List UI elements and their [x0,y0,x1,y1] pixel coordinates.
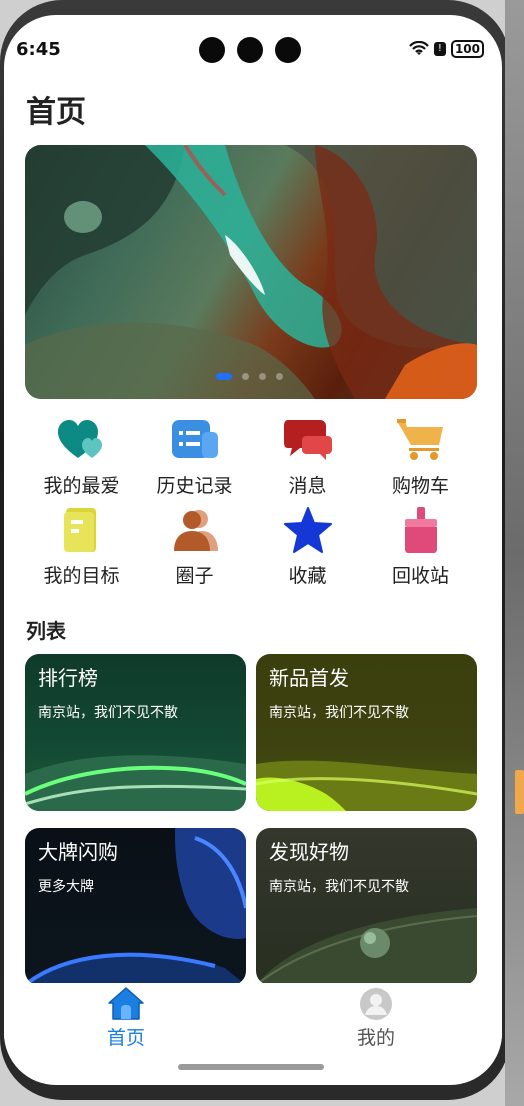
card-flash-sale[interactable]: 大牌闪购 更多大牌 [25,828,246,985]
camera-icon [275,37,301,63]
screen: 6:45 ! 100 首页 我的最爱 历史记录 消息 购物车 我的目标 圈子 收… [4,15,502,1085]
card-subtitle: 南京站，我们不见不散 [269,879,409,895]
menu-item-goals[interactable]: 我的目标 [25,503,138,593]
card-title: 排行榜 [38,666,98,690]
background-window-edge [505,0,524,1106]
battery-indicator: 100 [450,40,484,58]
people-icon [170,505,220,555]
avatar-icon [360,988,392,1020]
message-bubbles-icon [283,415,333,465]
shopping-cart-icon [396,415,446,465]
carousel-dot[interactable] [242,373,249,380]
star-icon [283,505,333,555]
wifi-icon [409,41,429,55]
edge-highlight [515,770,524,814]
menu-item-label: 我的最爱 [43,475,120,497]
card-rankings[interactable]: 排行榜 南京站，我们不见不散 [25,654,246,811]
home-indicator[interactable] [178,1064,324,1070]
carousel-dot[interactable] [259,373,266,380]
carousel-dot[interactable] [276,373,283,380]
menu-item-recycle-bin[interactable]: 回收站 [364,503,477,593]
menu-item-circle[interactable]: 圈子 [138,503,251,593]
page-title: 首页 [26,95,86,130]
device-frame: 6:45 ! 100 首页 我的最爱 历史记录 消息 购物车 我的目标 圈子 收… [0,0,510,1100]
carousel-dot-active[interactable] [216,373,232,380]
card-discover[interactable]: 发现好物 南京站，我们不见不散 [256,828,477,985]
card-subtitle: 南京站，我们不见不散 [38,705,178,721]
menu-item-label: 消息 [288,475,327,497]
history-list-icon [170,415,220,465]
menu-item-cart[interactable]: 购物车 [364,413,477,503]
menu-item-history[interactable]: 历史记录 [138,413,251,503]
menu-item-label: 我的目标 [43,565,120,587]
card-subtitle: 更多大牌 [38,879,94,895]
menu-item-label: 收藏 [288,565,327,587]
card-title: 大牌闪购 [38,840,118,864]
camera-cutouts [199,37,301,63]
card-title: 新品首发 [269,666,349,690]
tab-mine-label: 我的 [356,1027,395,1049]
section-title: 列表 [26,619,66,643]
camera-icon [237,37,263,63]
menu-item-label: 历史记录 [156,475,233,497]
status-time: 6:45 [16,39,61,60]
goal-document-icon [57,505,107,555]
alert-icon: ! [433,42,446,56]
tab-mine[interactable]: 我的 [316,987,436,1050]
home-icon [108,987,144,1020]
menu-item-label: 圈子 [175,565,214,587]
broom-icon [396,505,446,555]
status-icons: ! 100 [409,40,484,58]
camera-icon [199,37,225,63]
menu-item-label: 回收站 [391,565,449,587]
hearts-icon [57,415,107,465]
menu-item-messages[interactable]: 消息 [251,413,364,503]
banner-carousel[interactable] [25,145,477,399]
carousel-indicator[interactable] [216,373,283,380]
status-bar: 6:45 ! 100 [4,15,502,75]
card-subtitle: 南京站，我们不见不散 [269,705,409,721]
menu-item-label: 购物车 [391,475,449,497]
quick-menu: 我的最爱 历史记录 消息 购物车 我的目标 圈子 收藏 回收站 [25,413,477,593]
menu-item-collect[interactable]: 收藏 [251,503,364,593]
card-new-arrivals[interactable]: 新品首发 南京站，我们不见不散 [256,654,477,811]
menu-item-favorites[interactable]: 我的最爱 [25,413,138,503]
card-title: 发现好物 [269,840,349,864]
banner-image [25,145,477,399]
tab-home[interactable]: 首页 [66,987,186,1050]
card-grid: 排行榜 南京站，我们不见不散 新品首发 南京站，我们不见不散 大牌闪购 更多大牌… [25,654,477,985]
tab-home-label: 首页 [106,1027,145,1049]
